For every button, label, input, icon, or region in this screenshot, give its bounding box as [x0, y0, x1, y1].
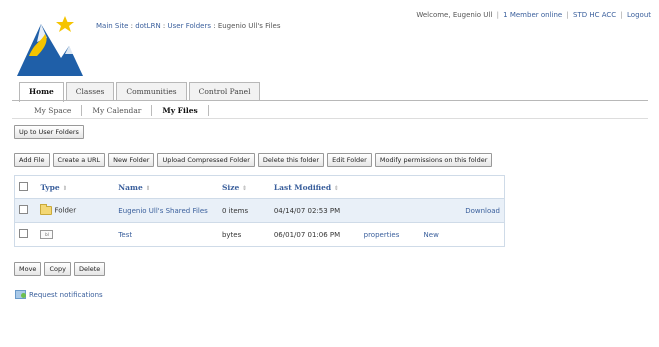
column-header-blank — [419, 175, 456, 199]
subtab-my-space[interactable]: My Space — [24, 105, 83, 116]
dotlrn-logo[interactable] — [15, 12, 85, 78]
delete-folder-button[interactable]: Delete this folder — [257, 153, 325, 167]
name-cell: Eugenio Ull's Shared Files — [100, 198, 218, 223]
file-name-link[interactable]: Eugenio Ull's Shared Files — [118, 207, 208, 215]
breadcrumb-user-folders[interactable]: User Folders — [168, 22, 211, 30]
user-bar-separator: | — [496, 11, 499, 19]
column-header-size[interactable]: Size ⇕ — [217, 175, 270, 199]
file-icon: bl — [40, 230, 54, 239]
row-checkbox[interactable] — [19, 205, 28, 214]
up-to-user-folders-button[interactable]: Up to User Folders — [14, 125, 84, 139]
size-cell: bytes — [217, 222, 270, 247]
sort-icon: ⇕ — [333, 184, 339, 192]
column-header-name[interactable]: Name ⇕ — [100, 175, 218, 199]
table-row: Folder Eugenio Ull's Shared Files 0 item… — [14, 198, 505, 223]
user-bar-separator: | — [566, 11, 569, 19]
user-bar: Welcome, Eugenio Ull | 1 Member online |… — [416, 11, 651, 19]
breadcrumb: Main Site : dotLRN : User Folders : Euge… — [96, 22, 280, 30]
sort-icon: ⇕ — [145, 184, 151, 192]
file-name-link[interactable]: Test — [118, 231, 132, 239]
folder-toolbar: Add File Create a URL New Folder Upload … — [14, 153, 495, 167]
column-header-last-modified[interactable]: Last Modified ⇕ — [269, 175, 360, 199]
delete-button[interactable]: Delete — [73, 262, 106, 276]
name-header-label: Name — [118, 182, 143, 192]
row-checkbox[interactable] — [19, 229, 28, 238]
properties-cell: properties — [359, 222, 420, 247]
std-hc-acc-link[interactable]: STD HC ACC — [573, 11, 616, 19]
copy-button[interactable]: Copy — [44, 262, 71, 276]
new-link[interactable]: New — [424, 231, 439, 239]
size-cell: 0 items — [217, 198, 270, 223]
last-modified-cell: 06/01/07 01:06 PM — [269, 222, 360, 247]
file-table: Type ⇕ Name ⇕ Size ⇕ Last Modified ⇕ Fol… — [14, 175, 505, 247]
notification-icon — [15, 290, 26, 299]
main-tabs: Home Classes Communities Control Panel — [19, 82, 262, 102]
breadcrumb-main-site[interactable]: Main Site — [96, 22, 128, 30]
modify-permissions-button[interactable]: Modify permissions on this folder — [374, 153, 493, 167]
subtab-divider — [12, 118, 648, 119]
add-file-button[interactable]: Add File — [14, 153, 50, 167]
breadcrumb-separator: : — [213, 22, 216, 30]
edit-folder-button[interactable]: Edit Folder — [327, 153, 372, 167]
tab-divider — [12, 100, 648, 101]
properties-cell — [359, 198, 420, 223]
sort-icon: ⇕ — [62, 184, 68, 192]
request-notifications-link[interactable]: Request notifications — [29, 291, 103, 299]
members-online-link[interactable]: 1 Member online — [503, 11, 562, 19]
top-toolbar: Up to User Folders — [14, 125, 87, 139]
select-all-checkbox[interactable] — [19, 181, 28, 191]
type-label: Folder — [54, 206, 77, 215]
breadcrumb-separator: : — [162, 22, 166, 30]
last-modified-header-label: Last Modified — [273, 182, 332, 192]
name-cell: Test — [100, 222, 218, 247]
column-header-type[interactable]: Type ⇕ — [36, 175, 101, 199]
sub-tabs: My Space My Calendar My Files — [24, 105, 209, 116]
download-cell — [455, 222, 505, 247]
welcome-text: Welcome, Eugenio Ull — [416, 11, 493, 19]
tab-classes[interactable]: Classes — [65, 82, 115, 101]
table-header-row: Type ⇕ Name ⇕ Size ⇕ Last Modified ⇕ — [14, 175, 505, 199]
create-url-button[interactable]: Create a URL — [52, 153, 106, 167]
move-button[interactable]: Move — [14, 262, 42, 276]
column-header-blank — [359, 175, 420, 199]
row-select-cell — [14, 222, 37, 247]
column-header-blank — [455, 175, 505, 199]
tab-communities[interactable]: Communities — [116, 82, 187, 101]
new-cell — [419, 198, 456, 223]
new-cell: New — [419, 222, 456, 247]
folder-icon — [40, 204, 53, 215]
sort-icon: ⇕ — [241, 184, 247, 192]
upload-compressed-folder-button[interactable]: Upload Compressed Folder — [157, 153, 255, 167]
download-link[interactable]: Download — [465, 207, 500, 215]
new-folder-button[interactable]: New Folder — [108, 153, 155, 167]
tab-control-panel[interactable]: Control Panel — [188, 82, 261, 101]
subtab-my-calendar[interactable]: My Calendar — [82, 105, 153, 116]
row-select-cell — [14, 198, 37, 223]
download-cell: Download — [455, 198, 505, 223]
type-cell: bl — [36, 222, 101, 247]
tab-home[interactable]: Home — [19, 82, 64, 102]
subtab-my-files[interactable]: My Files — [152, 105, 209, 116]
breadcrumb-separator: : — [130, 22, 133, 30]
last-modified-cell: 04/14/07 02:53 PM — [269, 198, 360, 223]
user-bar-separator: | — [620, 11, 623, 19]
breadcrumb-dotlrn[interactable]: dotLRN — [135, 22, 160, 30]
bulk-actions-toolbar: Move Copy Delete — [14, 262, 108, 276]
properties-link[interactable]: properties — [364, 231, 400, 239]
type-header-label: Type — [40, 182, 60, 192]
logout-link[interactable]: Logout — [627, 11, 651, 19]
request-notifications[interactable]: Request notifications — [15, 290, 103, 299]
size-header-label: Size — [221, 182, 240, 192]
type-cell: Folder — [36, 198, 101, 223]
breadcrumb-current: Eugenio Ull's Files — [217, 22, 281, 30]
select-all-cell — [14, 175, 37, 199]
table-row: bl Test bytes 06/01/07 01:06 PM properti… — [14, 222, 505, 247]
